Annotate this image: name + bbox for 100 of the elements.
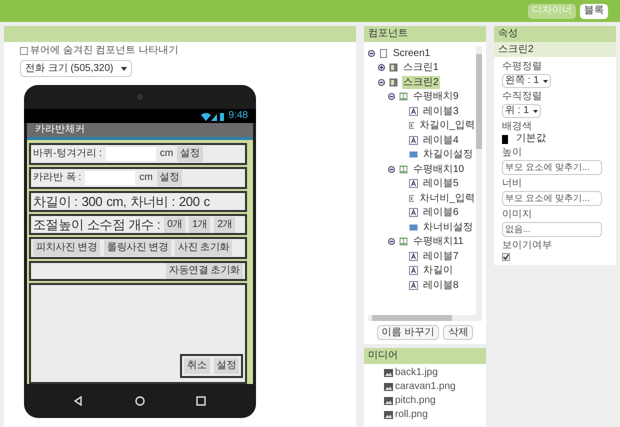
horizontal-scrollbar[interactable] (368, 315, 482, 321)
collapse-icon[interactable] (388, 166, 395, 173)
property-field[interactable]: 부모 요소에 맞추기... (502, 191, 602, 206)
tree-item[interactable]: 차너비설정 (422, 220, 474, 234)
app-label: 카라반 폭 : (33, 173, 82, 183)
media-file[interactable]: roll.png (395, 410, 428, 420)
media-file[interactable]: caravan1.png (395, 382, 456, 392)
property-label: 보이기여부 (502, 240, 553, 252)
tree-item[interactable]: 차길이설정 (422, 148, 474, 162)
collapse-icon[interactable] (368, 50, 375, 57)
image-file-icon (384, 397, 393, 405)
collapse-icon[interactable] (388, 238, 395, 246)
app-label: c (204, 195, 210, 208)
tree-item[interactable]: Screen1 (392, 46, 432, 60)
color-swatch[interactable] (502, 134, 508, 144)
caret-icon (532, 110, 538, 112)
app-button[interactable]: 설정 (156, 170, 182, 186)
app-label: 차길이 : (33, 195, 78, 208)
status-icons (200, 112, 225, 120)
app-button[interactable]: 1개 (189, 216, 210, 232)
color-value[interactable]: 기본값 (516, 134, 546, 144)
app-label: cm (139, 173, 153, 183)
status-time: 9:48 (228, 111, 248, 121)
tree-item[interactable]: 레이블7 (422, 250, 460, 263)
app-button[interactable]: 사진 초기화 (175, 240, 232, 256)
letter-a-icon (409, 280, 418, 290)
panel-button[interactable]: 이름 바꾸기 (376, 325, 440, 340)
screen-icon (379, 48, 388, 58)
tree-item[interactable]: 차길이 (422, 264, 454, 278)
media-file[interactable]: back1.jpg (395, 368, 438, 378)
tree-item[interactable]: 레이블8 (422, 278, 460, 292)
selected-component-name: 스크린2 (494, 42, 616, 57)
app-label: 차너비 : (130, 195, 175, 208)
scrollbar[interactable] (476, 46, 482, 315)
app-label: cm, (106, 195, 126, 208)
property-label: 배경색 (502, 121, 533, 133)
property-label: 수직정렬 (502, 91, 543, 103)
letter-a-icon (409, 266, 418, 276)
tree-item[interactable]: 차길이_입력 (418, 119, 476, 132)
back-icon[interactable] (74, 396, 84, 406)
app-label: 바퀴-텅겨거리 : (33, 149, 102, 159)
tree-item[interactable]: 레이블3 (422, 104, 460, 118)
tree-item[interactable]: 수평배치9 (412, 90, 460, 104)
image-file-icon (384, 411, 393, 419)
app-button[interactable]: 자동연결 초기화 (166, 263, 243, 279)
tree-item[interactable]: 스크린1 (402, 61, 440, 74)
caret-icon (542, 80, 548, 82)
layout-icon (399, 164, 408, 174)
media-file[interactable]: pitch.png (395, 396, 436, 406)
property-dropdown[interactable]: 위 : 1 (502, 104, 541, 118)
app-label: cm (160, 149, 174, 159)
property-field[interactable]: 부모 요소에 맞추기... (502, 160, 602, 175)
letter-a-icon (409, 208, 418, 218)
letter-a-icon (409, 136, 418, 145)
app-label: 300 (82, 195, 102, 208)
app-title-bar: 카라반체커 (27, 123, 253, 137)
layout-icon (399, 92, 408, 102)
tree-item[interactable]: 레이블5 (422, 177, 460, 190)
app-button[interactable]: 설정 (214, 358, 239, 374)
tree-item[interactable]: 스크린2 (402, 76, 440, 89)
app-label: 조절높이 소수점 개수 : (33, 218, 160, 231)
collapse-icon[interactable] (378, 78, 385, 86)
property-label: 너비 (502, 178, 523, 190)
property-dropdown[interactable]: 왼쪽 : 1 (502, 74, 551, 88)
mode-tab[interactable]: 블록 (580, 4, 608, 18)
expand-icon[interactable] (378, 64, 385, 72)
home-icon[interactable] (134, 396, 145, 406)
button-icon (409, 150, 418, 160)
tree-item[interactable]: 차너비_입력 (418, 192, 476, 205)
tree-item[interactable]: 수평배치11 (412, 235, 464, 248)
image-file-icon (384, 383, 393, 391)
image-file-icon (384, 369, 393, 377)
panel-button[interactable]: 삭제 (443, 325, 474, 340)
tree-item[interactable]: 레이블6 (422, 206, 460, 220)
caret-icon (121, 66, 128, 70)
checkbox-label: 뷰어에 숨겨진 컴포넌트 나타내기 (30, 46, 178, 56)
scrollbar-thumb[interactable] (372, 315, 452, 321)
scrollbar-thumb[interactable] (476, 54, 482, 149)
app-button[interactable]: 피치사진 변경 (33, 240, 100, 256)
property-field[interactable]: 없음... (502, 222, 602, 237)
collapse-icon[interactable] (388, 93, 395, 100)
app-button[interactable]: 취소 (184, 358, 210, 374)
app-button[interactable]: 롤링사진 변경 (104, 240, 172, 256)
checkbox[interactable] (502, 253, 510, 261)
tree-item[interactable]: 레이블4 (422, 134, 460, 147)
app-button[interactable]: 설정 (177, 146, 203, 162)
text-field-icon (409, 194, 414, 203)
letter-a-icon (409, 106, 418, 116)
layout-icon (399, 237, 408, 246)
panel-title: 미디어 (364, 348, 486, 364)
size-dropdown[interactable]: 전화 크기 (505,320) (20, 60, 132, 77)
recent-apps-icon[interactable] (196, 396, 206, 406)
checkbox[interactable] (20, 47, 28, 55)
arrangement-icon (389, 78, 398, 87)
app-button[interactable]: 2개 (214, 216, 236, 232)
panel-title: 속성 (494, 26, 616, 42)
app-button[interactable]: 0개 (164, 216, 186, 232)
text-field-icon (409, 121, 414, 130)
tree-item[interactable]: 수평배치10 (412, 162, 466, 176)
property-label: 이미지 (502, 209, 533, 221)
